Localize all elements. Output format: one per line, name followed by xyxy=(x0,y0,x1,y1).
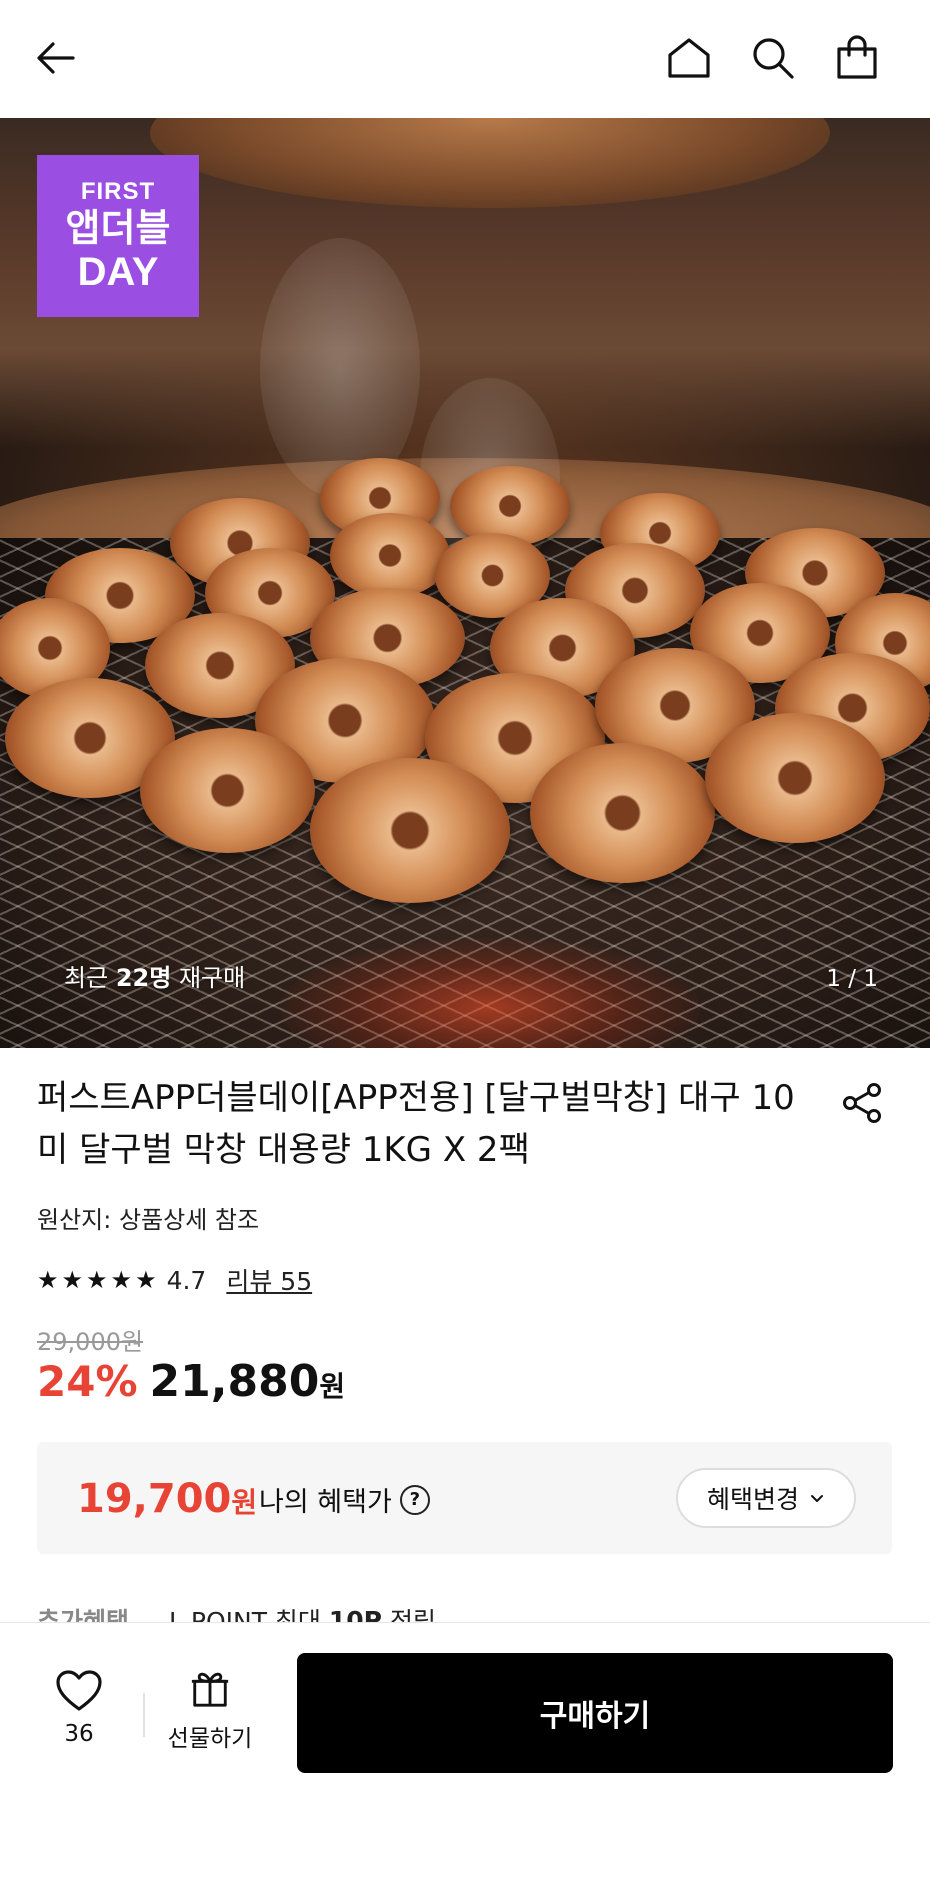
badge-line-2: 앱더블 xyxy=(65,206,171,250)
my-benefit-price-value: 19,700 xyxy=(77,1476,232,1522)
rebuy-count: 22명 xyxy=(115,964,172,992)
help-icon[interactable]: ? xyxy=(399,1484,430,1515)
price-row: 24% 21,880 원 xyxy=(37,1356,345,1407)
image-makchang xyxy=(530,743,715,883)
bottom-action-bar: 36 선물하기 구매하기 xyxy=(0,1622,930,1878)
star-icon: ★ xyxy=(110,1266,133,1294)
gift-button[interactable]: 선물하기 xyxy=(160,1667,260,1753)
badge-line-3: DAY xyxy=(77,250,159,294)
image-makchang xyxy=(705,713,885,843)
discount-rate: 24% xyxy=(37,1357,138,1406)
heart-icon xyxy=(56,1670,102,1711)
buy-button[interactable]: 구매하기 xyxy=(297,1653,893,1773)
like-count: 36 xyxy=(64,1721,94,1747)
badge-line-1: FIRST xyxy=(80,178,156,205)
divider xyxy=(143,1693,145,1737)
star-icon: ★ xyxy=(61,1266,84,1294)
sale-price: 21,880 xyxy=(149,1356,320,1407)
image-makchang xyxy=(450,466,570,546)
search-button[interactable] xyxy=(745,30,801,86)
shopping-bag-icon xyxy=(837,35,877,79)
rating-row: ★ ★ ★ ★ ★ 4.7 리뷰 55 xyxy=(37,1262,312,1298)
my-benefit-price-box: 19,700원 나의 혜택가 ? 혜택변경 xyxy=(37,1442,892,1554)
image-pager: 1 / 1 xyxy=(826,966,878,992)
my-benefit-label: 나의 혜택가 ? xyxy=(259,1480,430,1519)
rebuy-suffix: 재구매 xyxy=(178,964,246,992)
my-benefit-price: 19,700원 xyxy=(77,1476,257,1522)
like-button[interactable]: 36 xyxy=(46,1669,112,1747)
gift-icon xyxy=(191,1672,229,1707)
star-icon: ★ xyxy=(37,1266,59,1294)
chevron-down-icon xyxy=(811,1495,823,1502)
rating-value: 4.7 xyxy=(166,1265,207,1295)
image-makchang xyxy=(140,728,315,853)
my-benefit-label-text: 나의 혜택가 xyxy=(259,1487,392,1518)
top-navigation-bar xyxy=(0,0,930,118)
star-rating: ★ ★ ★ ★ ★ xyxy=(37,1268,157,1292)
share-icon xyxy=(843,1083,881,1123)
review-link[interactable]: 리뷰 55 xyxy=(226,1262,312,1298)
image-makchang xyxy=(310,758,510,903)
sale-price-unit: 원 xyxy=(319,1370,346,1403)
rebuy-prefix: 최근 xyxy=(64,964,109,992)
arrow-left-icon xyxy=(37,42,75,74)
original-price: 29,000원 xyxy=(37,1328,144,1356)
change-benefit-button[interactable]: 혜택변경 xyxy=(676,1468,856,1528)
home-button[interactable] xyxy=(661,30,717,86)
my-benefit-price-unit: 원 xyxy=(231,1486,258,1519)
search-icon xyxy=(753,38,794,79)
change-benefit-label: 혜택변경 xyxy=(706,1485,799,1514)
home-icon xyxy=(668,38,710,78)
star-icon: ★ xyxy=(86,1266,108,1294)
star-icon: ★ xyxy=(135,1266,157,1294)
first-app-double-day-badge: FIRST 앱더블 DAY xyxy=(37,155,199,317)
recent-rebuy-text: 최근 22명 재구매 xyxy=(64,958,245,993)
gift-label: 선물하기 xyxy=(167,1726,253,1752)
product-title: 퍼스트APP더블데이[APP전용] [달구벌막창] 대구 10미 달구벌 막창 … xyxy=(37,1078,795,1170)
share-button[interactable] xyxy=(838,1078,888,1128)
origin-info: 원산지: 상품상세 참조 xyxy=(37,1206,260,1234)
cart-button[interactable] xyxy=(829,30,885,86)
back-button[interactable] xyxy=(28,30,84,86)
image-makchang xyxy=(330,513,450,598)
product-image[interactable]: FIRST 앱더블 DAY 최근 22명 재구매 1 / 1 xyxy=(0,118,930,1048)
